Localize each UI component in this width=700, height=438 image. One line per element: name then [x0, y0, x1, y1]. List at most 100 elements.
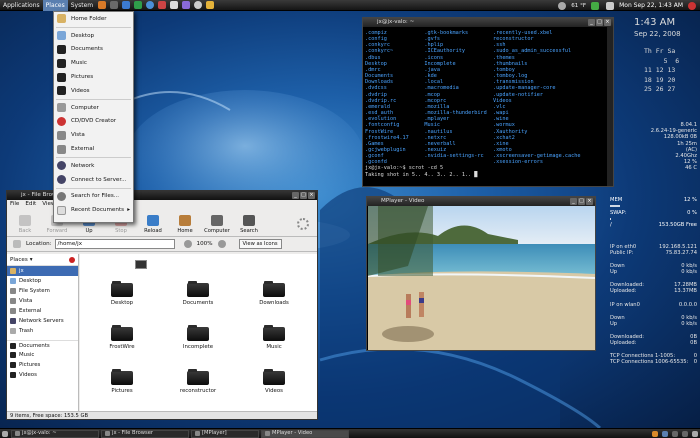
taskbar-button[interactable]: jx - File Browser [101, 429, 189, 438]
vlc-launcher-icon[interactable] [182, 1, 191, 9]
menu-item-external[interactable]: External [54, 142, 133, 156]
menu-item-pictures[interactable]: Pictures [54, 70, 133, 84]
menu-edit[interactable]: Edit [25, 200, 36, 209]
terminal-output[interactable]: .compiz .gtk-bookmarks .recently-used.xb… [363, 27, 613, 181]
folder-item[interactable]: Downloads [244, 281, 304, 306]
system-menu[interactable]: System [68, 0, 96, 11]
folder-item[interactable]: Documents [168, 281, 228, 306]
network-icon[interactable] [591, 1, 600, 10]
maximize-icon[interactable]: □ [300, 192, 307, 199]
folder-item[interactable]: Incomplete [168, 325, 228, 350]
workspace-switcher-icon[interactable] [682, 430, 688, 437]
places-menu[interactable]: Places [42, 0, 68, 11]
menu-item-computer[interactable]: Computer [54, 101, 133, 115]
menu-item-music[interactable]: Music [54, 56, 133, 70]
home-button[interactable]: Home [170, 215, 200, 236]
close-sidebar-icon[interactable] [69, 257, 75, 263]
folder-label: Pictures [111, 388, 133, 394]
menu-item-connect-to-server[interactable]: Connect to Server... [54, 173, 133, 187]
menu-item-documents[interactable]: Documents [54, 43, 133, 57]
menu-item-search-for-files[interactable]: Search for Files... [54, 190, 133, 204]
menu-item-vista[interactable]: Vista [54, 128, 133, 142]
sidebar-header[interactable]: Places ▾ [7, 254, 78, 266]
close-icon[interactable]: × [586, 198, 593, 205]
terminal-titlebar[interactable]: jx@jx-valo: ~ _ □ × [363, 18, 613, 27]
up-label: Up [85, 228, 93, 234]
chat-launcher-icon[interactable] [134, 1, 143, 9]
menu-file[interactable]: File [10, 200, 19, 209]
workspace-icon[interactable] [652, 430, 658, 437]
clock[interactable]: Mon Sep 22, 1:43 AM [619, 2, 683, 9]
menu-item-desktop[interactable]: Desktop [54, 29, 133, 43]
weather-icon[interactable] [558, 1, 567, 10]
minimize-icon[interactable]: _ [570, 198, 577, 205]
menu-item-videos[interactable]: Videos [54, 84, 133, 98]
back-button[interactable]: Back [10, 215, 40, 236]
power-icon[interactable] [688, 1, 696, 10]
search-button[interactable]: Search [234, 215, 264, 236]
taskbar-button[interactable]: MPlayer - Video [261, 429, 349, 438]
reload-button[interactable]: Reload [138, 215, 168, 236]
file-icon-view[interactable]: Desktop Documents Downloads FrostWire Incomp… [80, 254, 317, 412]
view-mode-select[interactable]: View as Icons [238, 239, 282, 249]
folder-item[interactable]: FrostWire [92, 325, 152, 350]
folder-item[interactable]: reconstructor [168, 369, 228, 394]
sidebar-item-vista[interactable]: Vista [7, 296, 78, 306]
computer-button[interactable]: Computer [202, 215, 232, 236]
menu-item-home-folder[interactable]: Home Folder [54, 12, 133, 26]
maximize-icon[interactable]: □ [578, 198, 585, 205]
folder-item[interactable]: Music [244, 325, 304, 350]
music-launcher-icon[interactable] [158, 1, 167, 9]
folder-item[interactable]: Videos [244, 369, 304, 394]
sidebar-item-jx[interactable]: jx [7, 266, 78, 276]
location-input[interactable]: /home/jx [54, 239, 175, 249]
applications-menu[interactable]: Applications [0, 0, 43, 11]
file-browser-window[interactable]: jx - File Browser _□× FileEditViewGoBook… [6, 190, 318, 420]
folder-item[interactable]: Desktop [92, 281, 152, 306]
minimize-icon[interactable]: _ [588, 19, 595, 26]
mplayer-window[interactable]: MPlayer - Video _ □ × [366, 196, 596, 351]
workspace-switcher-icon[interactable] [662, 430, 668, 437]
toggle-location-icon[interactable] [13, 240, 21, 248]
close-icon[interactable]: × [308, 192, 315, 199]
taskbar-button[interactable]: jx@jx-valo: ~ [11, 429, 99, 438]
zoom-out-icon[interactable] [183, 240, 192, 248]
media-launcher-icon[interactable] [146, 1, 155, 9]
folder-item[interactable]: Pictures [92, 369, 152, 394]
menu-item-network[interactable]: Network [54, 159, 133, 173]
help-launcher-icon[interactable] [194, 1, 203, 9]
taskbar-button[interactable]: [MPlayer] [191, 429, 259, 438]
selected-folder-icon[interactable] [135, 260, 147, 269]
sidebar-item-trash[interactable]: Trash [7, 326, 78, 336]
maximize-icon[interactable]: □ [596, 19, 603, 26]
notes-launcher-icon[interactable] [206, 1, 215, 9]
menu-item-recent-documents[interactable]: Recent Documents ▸ [54, 203, 133, 217]
terminal-scrollbar[interactable] [607, 27, 613, 186]
zoom-in-icon[interactable] [217, 240, 226, 248]
terminal-launcher-icon[interactable] [110, 1, 119, 9]
sidebar-item-network-servers[interactable]: Network Servers [7, 316, 78, 326]
sidebar-item-music[interactable]: Music [7, 350, 78, 360]
workspace-switcher-icon[interactable] [672, 430, 678, 437]
sidebar-item-external[interactable]: External [7, 306, 78, 316]
folder-label: Music [266, 344, 282, 350]
volume-icon[interactable] [606, 1, 615, 10]
terminal-window[interactable]: jx@jx-valo: ~ _ □ × .compiz .gtk-bookmarks… [362, 17, 614, 187]
mplayer-titlebar[interactable]: MPlayer - Video _ □ × [367, 197, 595, 206]
sidebar-item-videos[interactable]: Videos [7, 370, 78, 380]
trash-icon[interactable] [692, 430, 698, 437]
minimize-icon[interactable]: _ [292, 192, 299, 199]
sidebar-item-desktop[interactable]: Desktop [7, 276, 78, 286]
sidebar-item-documents[interactable]: Documents [7, 340, 78, 350]
sidebar-item-pictures[interactable]: Pictures [7, 360, 78, 370]
conky-value: 0.0.0.0 [678, 302, 697, 308]
close-icon[interactable]: × [604, 19, 611, 26]
system-tray: 61 °F Mon Sep 22, 1:43 AM [556, 0, 698, 11]
mail-launcher-icon[interactable] [122, 1, 131, 9]
show-desktop-icon[interactable] [2, 430, 8, 437]
sidebar-item-file-system[interactable]: File System [7, 286, 78, 296]
menu-item-cd-dvd-creator[interactable]: CD/DVD Creator [54, 115, 133, 129]
text-editor-launcher-icon[interactable] [170, 1, 179, 9]
video-frame[interactable] [368, 206, 595, 350]
firefox-launcher-icon[interactable] [98, 1, 107, 9]
